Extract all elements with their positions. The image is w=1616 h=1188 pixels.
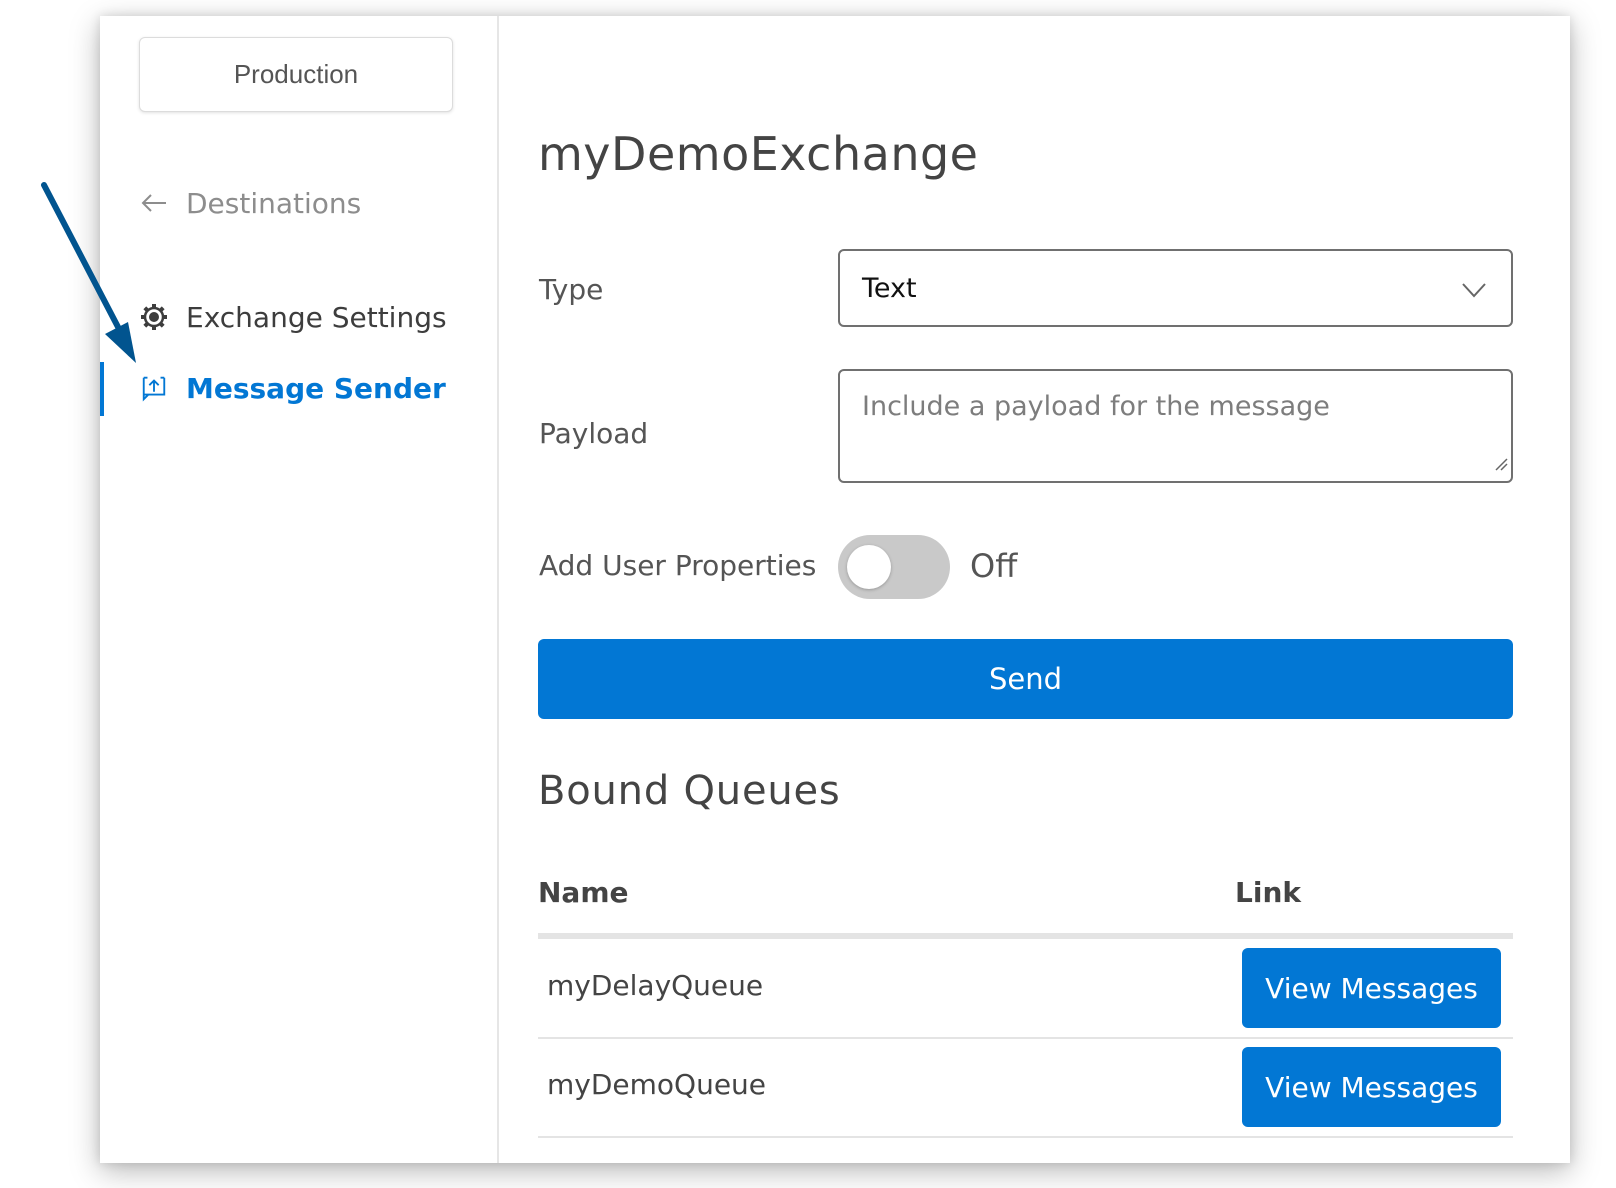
type-select[interactable]: Text (838, 249, 1513, 327)
toggle-knob (847, 545, 891, 589)
send-button[interactable]: Send (538, 639, 1513, 719)
user-properties-label: Add User Properties (539, 549, 817, 582)
table-row: myDelayQueue View Messages (538, 939, 1513, 1039)
gear-icon (140, 303, 168, 331)
app-window: Production Destinations Exchange Setting… (100, 16, 1570, 1163)
payload-placeholder: Include a payload for the message (862, 391, 1330, 422)
user-properties-toggle[interactable] (838, 535, 950, 599)
resize-handle-icon[interactable] (1494, 447, 1508, 478)
arrow-left-icon (140, 187, 168, 220)
payload-input[interactable]: Include a payload for the message (838, 369, 1513, 483)
toggle-state-label: Off (970, 547, 1018, 585)
page-title: myDemoExchange (538, 126, 979, 181)
sidebar-item-label: Message Sender (186, 371, 446, 405)
type-label: Type (539, 273, 604, 306)
active-indicator (100, 362, 104, 416)
message-upload-icon (140, 374, 168, 402)
table-row: myDemoQueue View Messages (538, 1038, 1513, 1138)
sidebar-item-exchange-settings[interactable]: Exchange Settings (140, 297, 447, 337)
column-header-link: Link (1235, 876, 1301, 909)
back-to-destinations-link[interactable]: Destinations (140, 184, 361, 222)
view-messages-button[interactable]: View Messages (1242, 948, 1501, 1028)
chevron-down-icon (1461, 275, 1487, 306)
queue-name: myDelayQueue (547, 969, 764, 1002)
bound-queues-heading: Bound Queues (538, 768, 841, 814)
column-header-name: Name (538, 876, 629, 909)
type-select-value: Text (862, 272, 917, 304)
back-link-label: Destinations (186, 186, 362, 220)
queue-name: myDemoQueue (547, 1068, 767, 1101)
sidebar-item-message-sender[interactable]: Message Sender (140, 368, 446, 408)
payload-label: Payload (539, 417, 649, 450)
main-content: myDemoExchange Type Text Payload Include… (538, 16, 1513, 1163)
sidebar-item-label: Exchange Settings (186, 300, 447, 334)
environment-button[interactable]: Production (139, 37, 453, 112)
sidebar: Production Destinations Exchange Setting… (100, 16, 499, 1163)
view-messages-button[interactable]: View Messages (1242, 1047, 1501, 1127)
